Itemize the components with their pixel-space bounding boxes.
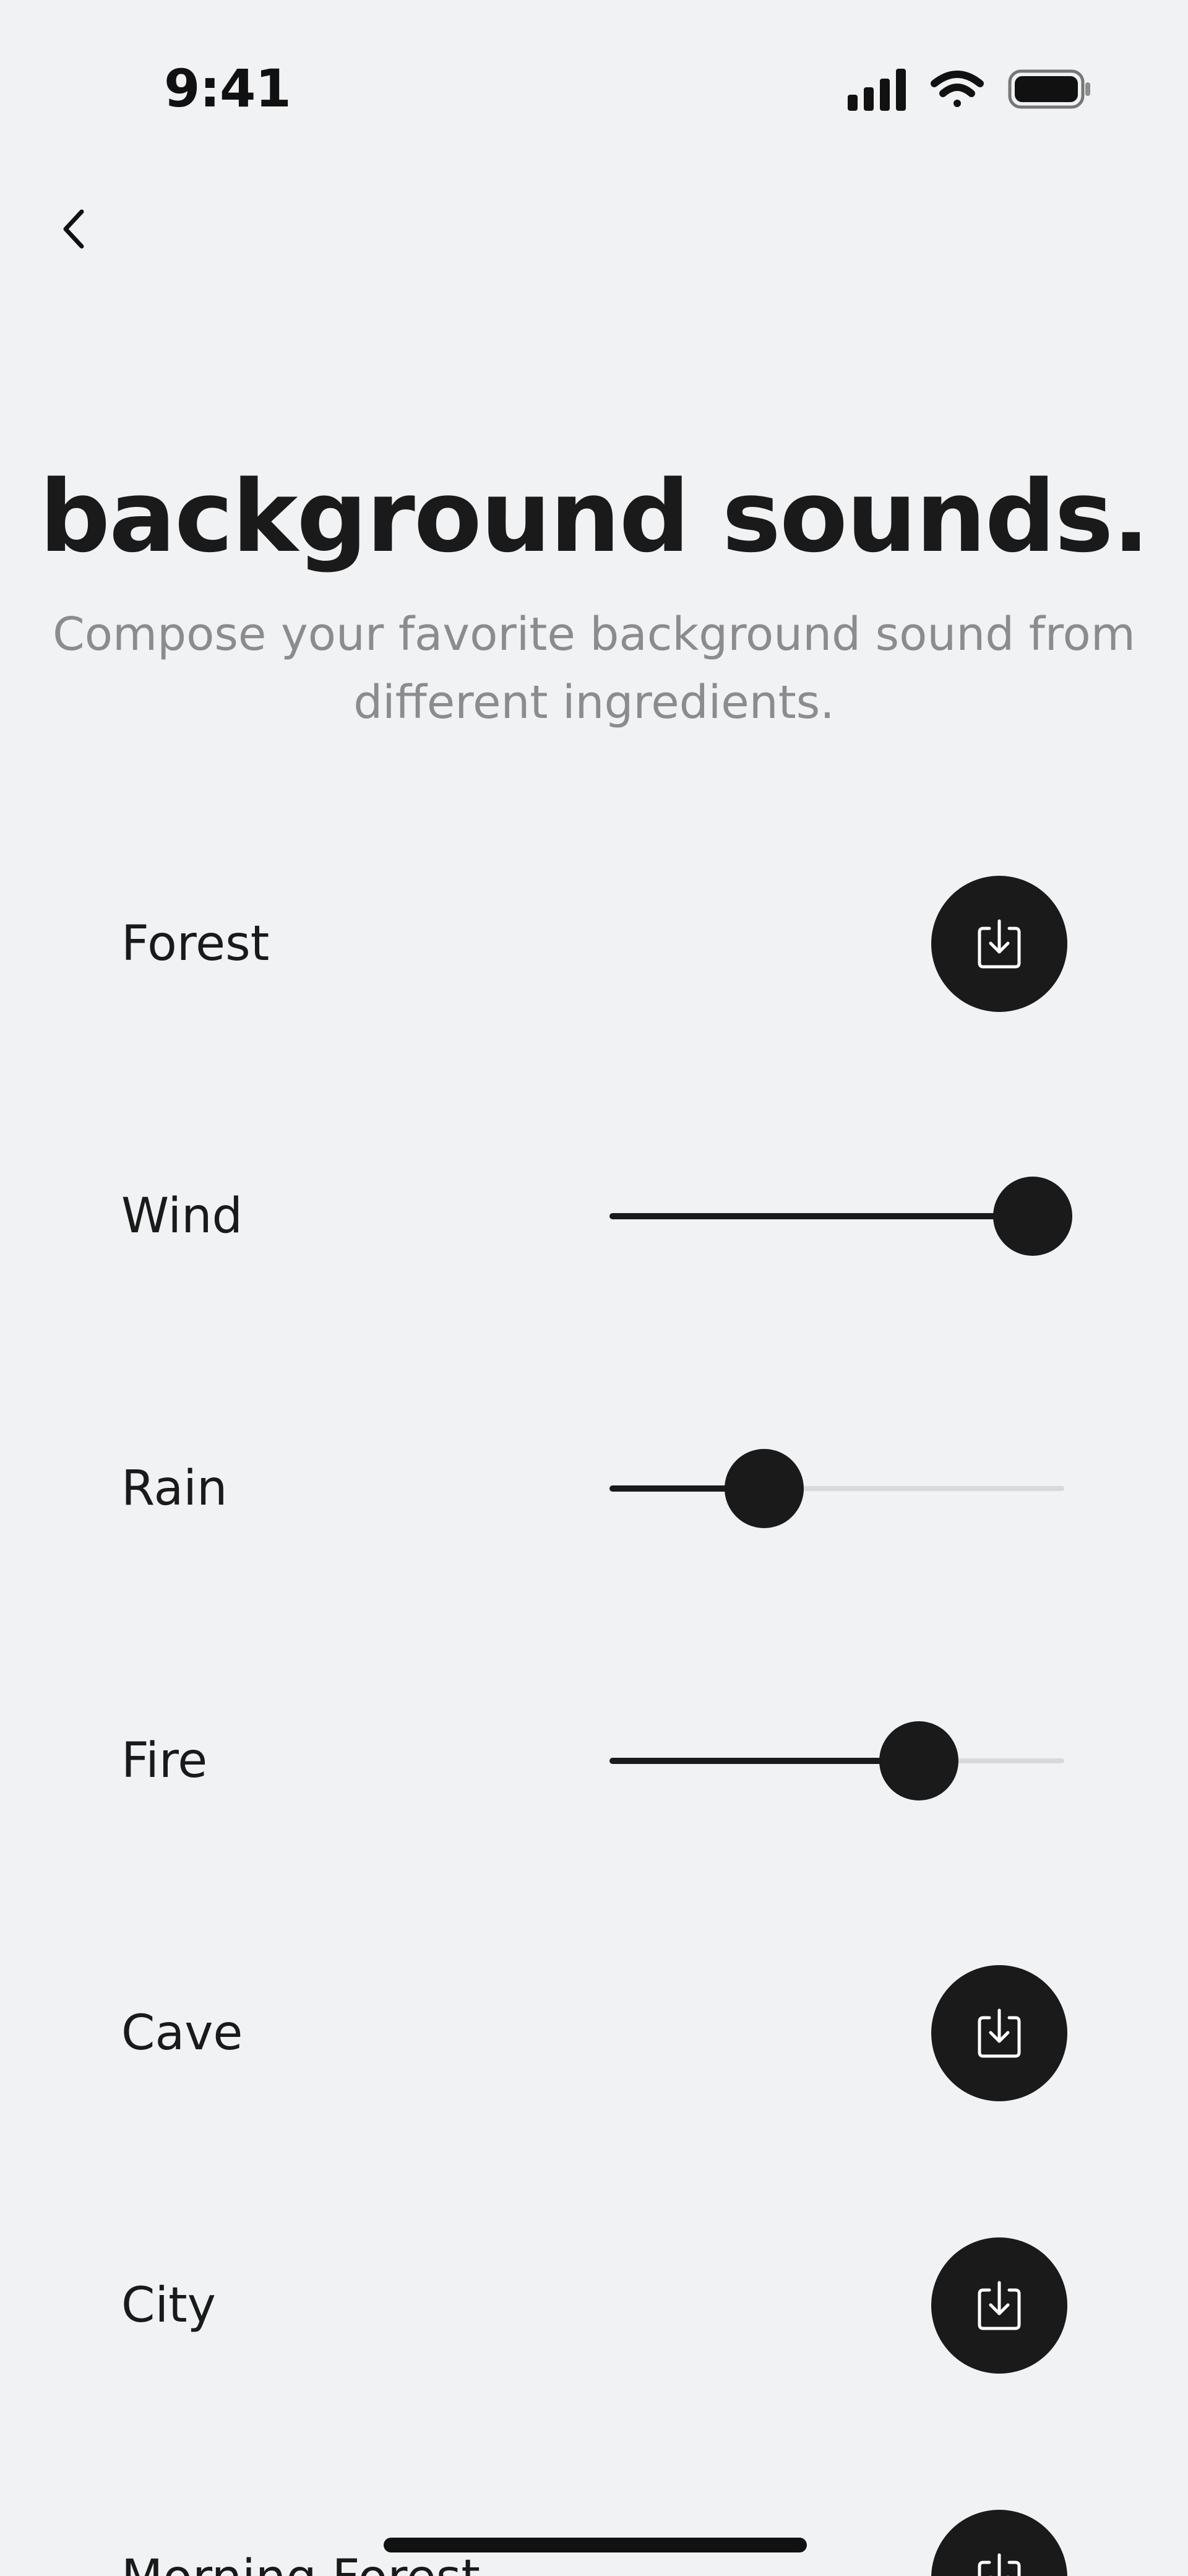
sound-label: City [121,2278,216,2333]
slider-thumb[interactable] [725,1449,804,1528]
sound-label: Cave [121,2005,243,2061]
sound-row-rain: Rain [0,1414,1188,1563]
page-subtitle-line-2: different ingredients. [353,676,835,729]
download-icon [978,2008,1021,2058]
slider-fill [609,1213,1033,1219]
back-button[interactable] [43,198,105,260]
download-icon [978,2553,1021,2576]
download-button-forest[interactable] [931,876,1067,1012]
page-title: background sounds. [39,459,1150,574]
sound-row-cave: Cave [0,1959,1188,2107]
sound-label: Forest [121,916,270,972]
battery-icon [1008,69,1090,109]
volume-slider-wind[interactable] [609,1177,1072,1256]
sound-label: Fire [121,1733,208,1789]
download-icon [978,919,1021,969]
status-bar: 9:41 [0,0,1188,173]
home-indicator [384,2538,807,2552]
download-icon [978,2281,1021,2330]
volume-slider-rain[interactable] [609,1449,1064,1528]
download-button-city[interactable] [931,2237,1067,2374]
sound-label: Rain [121,1461,228,1516]
page-subtitle: Compose your favorite background sound f… [37,600,1151,737]
wifi-icon [931,71,984,107]
volume-slider-fire[interactable] [609,1721,1064,1800]
signal-icon [848,69,906,111]
sound-label: Wind [121,1188,243,1244]
status-time: 9:41 [164,58,291,119]
download-button-morning-forest[interactable] [931,2510,1067,2576]
download-button-cave[interactable] [931,1965,1067,2101]
sound-row-fire: Fire [0,1687,1188,1835]
sound-row-city: City [0,2231,1188,2380]
slider-fill [609,1758,919,1764]
sound-row-forest: Forest [0,870,1188,1018]
slider-thumb[interactable] [879,1721,958,1800]
chevron-left-icon [63,209,84,249]
sound-row-wind: Wind [0,1142,1188,1290]
page-subtitle-line-1: Compose your favorite background sound f… [53,608,1135,661]
status-icons-svg [848,69,1090,111]
status-icons [848,65,1092,115]
slider-thumb[interactable] [993,1177,1072,1256]
